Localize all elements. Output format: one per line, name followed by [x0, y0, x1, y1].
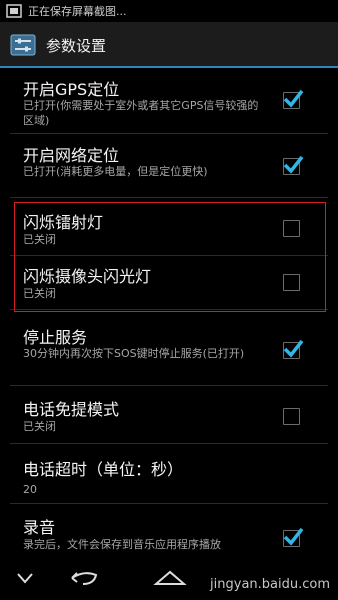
status-bar: 正在保存屏幕截图... — [0, 0, 338, 22]
keyboard-hide-icon[interactable] — [10, 566, 40, 590]
setting-summary: 已打开(消耗更多电量，但是定位更快) — [23, 165, 208, 178]
status-text: 正在保存屏幕截图... — [28, 5, 127, 18]
setting-summary: 录完后，文件会保存到音乐应用程序播放 — [23, 538, 221, 551]
setting-summary: 已关闭 — [23, 233, 56, 246]
action-bar: 参数设置 — [0, 22, 338, 68]
laser-flash-checkbox[interactable] — [283, 220, 300, 237]
setting-title: 停止服务 — [23, 328, 88, 347]
setting-summary: 已关闭 — [23, 287, 56, 300]
setting-gps[interactable]: 开启GPS定位 已打开(你需要处于室外或者其它GPS信号较强的区域) — [0, 68, 338, 134]
stop-service-checkbox[interactable] — [283, 339, 304, 359]
setting-summary: 20 — [23, 483, 37, 496]
setting-speakerphone[interactable]: 电话免提模式 已关闭 — [0, 386, 338, 444]
check-icon — [283, 339, 304, 358]
watermark: jingyan.baidu.com — [210, 577, 330, 592]
setting-title: 开启网络定位 — [23, 146, 120, 165]
back-icon[interactable] — [66, 566, 102, 590]
setting-summary: 30分钟内再次按下SOS键时停止服务(已打开) — [23, 347, 245, 360]
divider — [10, 197, 328, 198]
gps-checkbox[interactable] — [283, 89, 304, 109]
check-icon — [283, 155, 304, 174]
setting-title: 电话免提模式 — [23, 400, 120, 419]
setting-summary: 已打开(你需要处于室外或者其它GPS信号较强的区域) — [23, 99, 259, 127]
setting-call-timeout[interactable]: 电话超时（单位：秒） 20 — [0, 444, 338, 504]
setting-title: 电话超时（单位：秒） — [23, 460, 184, 479]
check-icon — [283, 89, 304, 108]
speakerphone-checkbox[interactable] — [283, 408, 300, 425]
setting-network-location[interactable]: 开启网络定位 已打开(消耗更多电量，但是定位更快) — [0, 134, 338, 198]
setting-title: 录音 — [23, 518, 56, 537]
network-location-checkbox[interactable] — [283, 155, 304, 175]
setting-title: 开启GPS定位 — [23, 80, 120, 99]
settings-list[interactable]: 开启GPS定位 已打开(你需要处于室外或者其它GPS信号较强的区域) 开启网络定… — [0, 68, 338, 556]
setting-title: 闪烁镭射灯 — [23, 213, 104, 232]
page-title: 参数设置 — [46, 36, 107, 55]
settings-sliders-icon[interactable] — [10, 33, 36, 57]
setting-laser-flash[interactable]: 闪烁镭射灯 已关闭 — [0, 202, 338, 256]
setting-stop-service[interactable]: 停止服务 30分钟内再次按下SOS键时停止服务(已打开) — [0, 318, 338, 386]
camera-flash-checkbox[interactable] — [283, 274, 300, 291]
setting-recording[interactable]: 录音 录完后，文件会保存到音乐应用程序播放 — [0, 504, 338, 556]
setting-title: 闪烁摄像头闪光灯 — [23, 267, 152, 286]
setting-summary: 已关闭 — [23, 420, 56, 433]
home-icon[interactable] — [150, 566, 190, 590]
nav-bar: jingyan.baidu.com — [0, 556, 338, 600]
setting-camera-flash[interactable]: 闪烁摄像头闪光灯 已关闭 — [0, 256, 338, 310]
check-icon — [283, 527, 304, 546]
recording-checkbox[interactable] — [283, 527, 304, 547]
screenshot-icon — [6, 4, 22, 18]
divider — [10, 309, 328, 310]
